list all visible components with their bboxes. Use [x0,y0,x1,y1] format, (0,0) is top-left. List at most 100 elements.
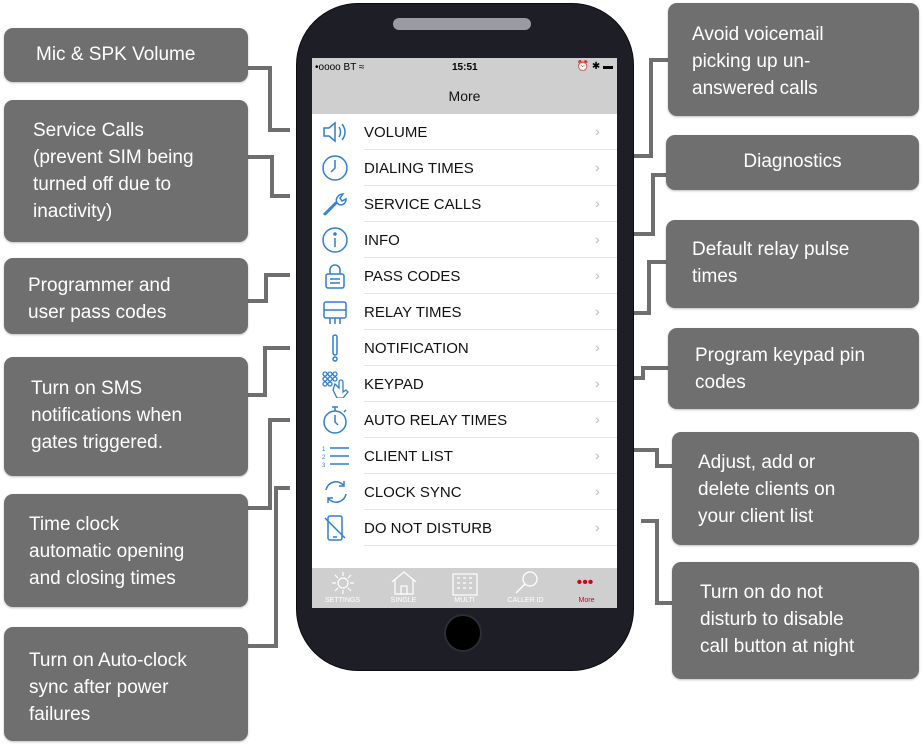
callout-line: Programmer and [28,275,171,296]
callout-line: (prevent SIM being [33,147,194,168]
chevron-right-icon: › [595,519,600,535]
menu-item-label: VOLUME [364,124,428,141]
chevron-right-icon: › [595,375,600,391]
callout-line: inactivity) [33,201,113,222]
menu-item-label: CLOCK SYNC [364,484,462,501]
menu-item-label: CLIENT LIST [364,448,453,465]
chevron-right-icon: › [595,447,600,463]
callout-line: answered calls [692,78,818,99]
menu-item-info[interactable]: INFO › [312,222,617,258]
callout-line: failures [29,704,91,725]
exclamation-icon [321,334,351,362]
tab-multi[interactable]: MULTI [434,568,495,608]
menu-item-label: RELAY TIMES [364,304,462,321]
menu-item-label: PASS CODES [364,268,461,285]
callout-do-not-disturb: Turn on do not disturb to disable call b… [672,562,919,679]
callout-diagnostics: Diagnostics [666,135,919,190]
callout-line: sync after power [29,677,169,698]
chevron-right-icon: › [595,231,600,247]
menu-item-label: NOTIFICATION [364,340,469,357]
clock-icon [321,154,351,182]
sync-icon [321,478,351,506]
phone-screen: •oooo BT ≈ 15:51 ⏰ ✱ ▬ More VOLUME › DIA… [312,58,617,608]
callout-line: Service Calls [33,120,144,141]
menu-item-clock-sync[interactable]: CLOCK SYNC › [312,474,617,510]
menu-item-label: SERVICE CALLS [364,196,482,213]
gear-icon [328,570,358,596]
chevron-right-icon: › [595,159,600,175]
callout-mic-spk-volume: Mic & SPK Volume [4,28,248,82]
callout-auto-clock-sync: Turn on Auto-clock sync after power fail… [4,627,248,741]
callout-client-list: Adjust, add or delete clients on your cl… [672,432,919,545]
svg-text:3: 3 [322,463,326,469]
nav-title: More [448,88,481,104]
callout-pass-codes: Programmer and user pass codes [4,258,248,334]
callout-line: call button at night [700,636,855,657]
tab-more[interactable]: ••• More [556,568,617,608]
status-bar: •oooo BT ≈ 15:51 ⏰ ✱ ▬ [312,58,617,76]
menu-item-volume[interactable]: VOLUME › [312,114,617,150]
callout-line: times [692,266,738,287]
menu-item-pass-codes[interactable]: PASS CODES › [312,258,617,294]
nav-bar: More [312,76,617,114]
tab-bar: SETTINGS SINGLE MULTI CALLER ID ••• More [312,568,617,608]
callout-line: disturb to disable [700,609,844,630]
svg-text:1: 1 [322,447,326,453]
callout-line: gates triggered. [31,432,164,453]
chevron-right-icon: › [595,411,600,427]
callout-line: user pass codes [28,302,167,323]
magnifier-icon [511,570,541,596]
tab-single[interactable]: SINGLE [373,568,434,608]
row-divider [364,545,617,546]
menu-item-service-calls[interactable]: SERVICE CALLS › [312,186,617,222]
callout-relay-pulse: Default relay pulse times [666,220,919,308]
padlock-icon [321,262,351,290]
speaker-volume-icon [321,118,351,146]
menu-item-dialing-times[interactable]: DIALING TIMES › [312,150,617,186]
callout-line: Mic & SPK Volume [36,44,196,65]
callout-line: picking up un- [692,51,811,72]
menu-item-client-list[interactable]: 1 2 3 CLIENT LIST › [312,438,617,474]
house-icon [389,570,419,596]
menu-item-label: KEYPAD [364,376,424,393]
callout-line: Adjust, add or [698,452,816,473]
menu-item-label: DIALING TIMES [364,160,474,177]
callout-sms-notifications: Turn on SMS notifications when gates tri… [4,357,248,476]
tab-label: CALLER ID [507,597,544,604]
tab-label: MULTI [454,597,475,604]
chevron-right-icon: › [595,303,600,319]
do-not-disturb-phone-icon [321,514,351,542]
menu-item-label: DO NOT DISTURB [364,520,493,537]
menu-item-keypad[interactable]: KEYPAD › [312,366,617,402]
tab-label: SINGLE [390,597,417,604]
callout-avoid-voicemail: Avoid voicemail picking up un- answered … [668,3,919,116]
phone-speaker-grille [393,18,531,30]
chevron-right-icon: › [595,339,600,355]
callout-line: Avoid voicemail [692,24,824,45]
numbered-list-icon: 1 2 3 [321,442,351,470]
callout-line: turned off due to [33,174,172,195]
tab-settings[interactable]: SETTINGS [312,568,373,608]
callout-line: Turn on do not [700,582,823,603]
chevron-right-icon: › [595,267,600,283]
menu-item-label: AUTO RELAY TIMES [364,412,508,429]
chevron-right-icon: › [595,483,600,499]
wrench-icon [321,190,351,218]
callout-service-calls: Service Calls (prevent SIM being turned … [4,100,248,242]
menu-item-label: INFO [364,232,400,249]
menu-item-relay-times[interactable]: RELAY TIMES › [312,294,617,330]
building-icon [450,570,480,596]
callout-line: Time clock [29,514,120,535]
home-button[interactable] [446,616,480,650]
chevron-right-icon: › [595,123,600,139]
callout-line: codes [695,372,746,393]
menu-item-notification[interactable]: NOTIFICATION › [312,330,617,366]
callout-line: Turn on Auto-clock [29,650,187,671]
menu-item-do-not-disturb[interactable]: DO NOT DISTURB › [312,510,617,546]
tab-caller-id[interactable]: CALLER ID [495,568,556,608]
svg-text:2: 2 [322,455,326,461]
callout-line: and closing times [29,568,176,589]
callout-time-clock: Time clock automatic opening and closing… [4,494,248,607]
menu-item-auto-relay-times[interactable]: AUTO RELAY TIMES › [312,402,617,438]
keypad-icon [321,370,351,399]
